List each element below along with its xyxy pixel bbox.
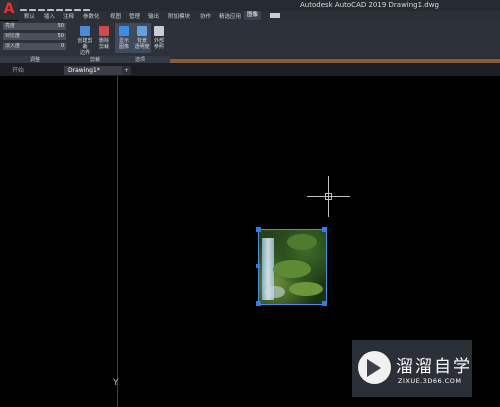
show-image-icon <box>119 26 129 36</box>
inserted-waterfall-image[interactable] <box>258 229 327 305</box>
tab-annotate[interactable]: 注释 <box>63 12 74 20</box>
brightness-label: 亮度 <box>5 23 16 29</box>
ribbon-minimize-icon[interactable] <box>270 13 280 18</box>
tab-view[interactable]: 视图 <box>110 12 121 20</box>
grip-top-left[interactable] <box>256 227 261 232</box>
external-reference-label: 外部 参照 <box>153 38 164 50</box>
moss-patch <box>273 260 311 278</box>
brightness-value: 50 <box>57 23 64 29</box>
tab-image[interactable]: 图像 <box>244 11 262 20</box>
ucs-y-axis-line <box>117 76 118 407</box>
remove-clip-label: 删除 剪裁 <box>98 38 109 50</box>
fade-slider[interactable]: 淡入度 0 <box>3 43 66 50</box>
play-icon <box>367 359 381 377</box>
document-tab-bar: 开始 Drawing1* + <box>0 63 500 76</box>
show-image-label: 显示 图像 <box>118 38 129 50</box>
tab-start[interactable]: 开始 <box>8 66 28 75</box>
ribbon-panel-labels: 调整 剪裁 选项 <box>0 56 170 63</box>
tab-insert[interactable]: 插入 <box>44 12 55 20</box>
tab-collaborate[interactable]: 协作 <box>200 12 211 20</box>
contrast-value: 50 <box>57 33 64 39</box>
title-bar: Autodesk AutoCAD 2019 Drawing1.dwg <box>0 0 500 16</box>
tab-drawing1[interactable]: Drawing1* <box>64 66 124 75</box>
background-transparency-icon <box>137 26 147 36</box>
clip-boundary-icon <box>80 26 90 36</box>
moss-patch <box>289 282 323 296</box>
moss-patch <box>287 234 317 250</box>
panel-label-adjust: 调整 <box>30 57 41 63</box>
create-clip-boundary-button[interactable]: 创建剪裁 边界 <box>76 23 94 56</box>
quick-access-toolbar <box>20 1 92 16</box>
panel-label-clip: 剪裁 <box>90 57 101 63</box>
water-splash <box>265 286 285 298</box>
new-tab-button[interactable]: + <box>122 66 132 75</box>
panel-label-options: 选项 <box>135 57 146 63</box>
ribbon-tab-bar: 默认 插入 注释 参数化 视图 管理 输出 附加模块 协作 精选应用 图像 <box>18 11 500 21</box>
show-image-button[interactable]: 显示 图像 <box>115 23 133 53</box>
window-title: Autodesk AutoCAD 2019 Drawing1.dwg <box>300 1 439 9</box>
background-transparency-button[interactable]: 背景 透明度 <box>133 23 151 53</box>
tab-featured-apps[interactable]: 精选应用 <box>219 12 241 20</box>
remove-clip-button[interactable]: 删除 剪裁 <box>95 23 113 53</box>
fade-value: 0 <box>60 43 64 49</box>
tab-parametric[interactable]: 参数化 <box>83 12 100 20</box>
tab-output[interactable]: 输出 <box>148 12 159 20</box>
background-transparency-label: 背景 透明度 <box>134 38 150 50</box>
grip-middle-left[interactable] <box>256 264 260 268</box>
grip-top-right[interactable] <box>322 227 327 232</box>
grip-bottom-left[interactable] <box>256 301 261 306</box>
fade-label: 淡入度 <box>5 43 21 49</box>
ribbon-panel: 亮度 50 对比度 50 淡入度 0 创建剪裁 边界 删除 剪裁 显示 图像 背… <box>0 21 500 59</box>
create-clip-boundary-label: 创建剪裁 边界 <box>77 38 93 56</box>
tab-addins[interactable]: 附加模块 <box>168 12 190 20</box>
autocad-logo-icon: A <box>3 1 15 17</box>
watermark-brand: 溜溜自学 <box>396 357 472 377</box>
remove-clip-icon <box>99 26 109 36</box>
contrast-label: 对比度 <box>5 33 21 39</box>
grip-bottom-right[interactable] <box>322 301 327 306</box>
crosshair-pickbox <box>325 193 332 200</box>
ucs-y-label: Y <box>113 378 119 388</box>
application-menu-button[interactable]: A <box>0 0 18 20</box>
watermark-logo: 溜溜自学 ZIXUE.3D66.COM <box>352 340 472 397</box>
contrast-slider[interactable]: 对比度 50 <box>3 33 66 40</box>
tab-default[interactable]: 默认 <box>24 12 35 20</box>
external-reference-button[interactable]: 外部 参照 <box>150 23 168 53</box>
brightness-slider[interactable]: 亮度 50 <box>3 23 66 30</box>
external-reference-icon <box>154 26 164 36</box>
tab-manage[interactable]: 管理 <box>129 12 140 20</box>
watermark-url: ZIXUE.3D66.COM <box>398 377 462 385</box>
